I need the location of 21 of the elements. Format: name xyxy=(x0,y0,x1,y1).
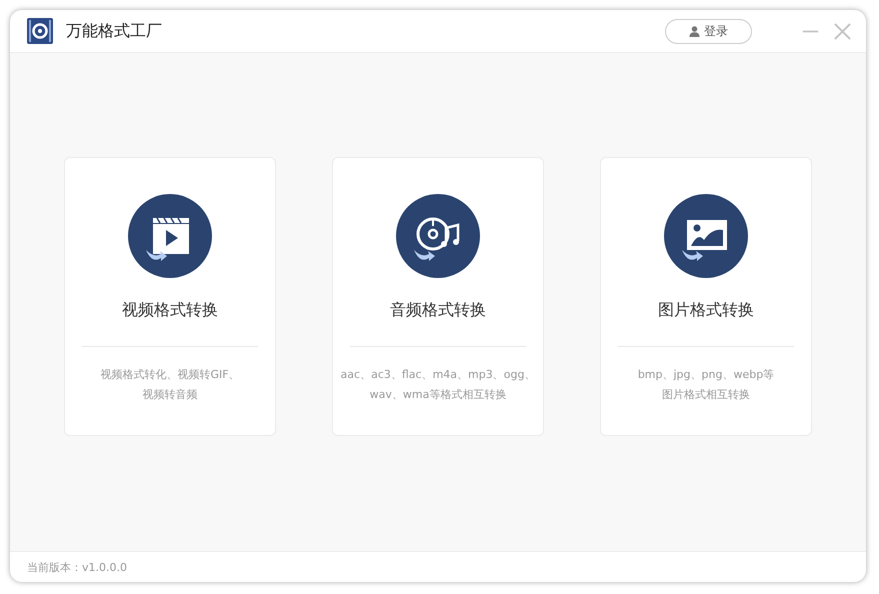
card-description: aac、ac3、flac、m4a、mp3、ogg、 xyxy=(340,366,536,382)
version-label: 当前版本：v1.0.0.0 xyxy=(27,560,127,574)
user-icon xyxy=(689,26,700,36)
close-icon[interactable] xyxy=(833,22,852,40)
image-icon xyxy=(664,194,748,278)
card-description: wav、wma等格式相互转换 xyxy=(370,386,506,402)
card-title: 视频格式转换 xyxy=(122,300,218,320)
app-logo-icon xyxy=(27,18,53,44)
feature-card[interactable]: 视频格式转换 视频格式转化、视频转GIF、 视频转音频 xyxy=(64,156,276,436)
video-clapper-icon xyxy=(128,194,212,278)
card-description: bmp、jpg、png、webp等 xyxy=(638,366,774,382)
card-description: 图片格式相互转换 xyxy=(662,386,750,402)
card-description: 视频格式转化、视频转GIF、 xyxy=(100,366,240,382)
card-title: 音频格式转换 xyxy=(390,300,486,320)
login-button[interactable]: 登录 xyxy=(665,18,752,44)
card-title: 图片格式转换 xyxy=(658,300,754,320)
feature-card[interactable]: 图片格式转换 bmp、jpg、png、webp等 图片格式相互转换 xyxy=(600,156,812,436)
window-title: 万能格式工厂 xyxy=(66,20,162,42)
card-description: 视频转音频 xyxy=(142,386,198,402)
feature-card[interactable]: 音频格式转换 aac、ac3、flac、m4a、mp3、ogg、 wav、wma等格式相互转换 xyxy=(332,156,544,436)
music-disc-icon xyxy=(396,194,480,278)
